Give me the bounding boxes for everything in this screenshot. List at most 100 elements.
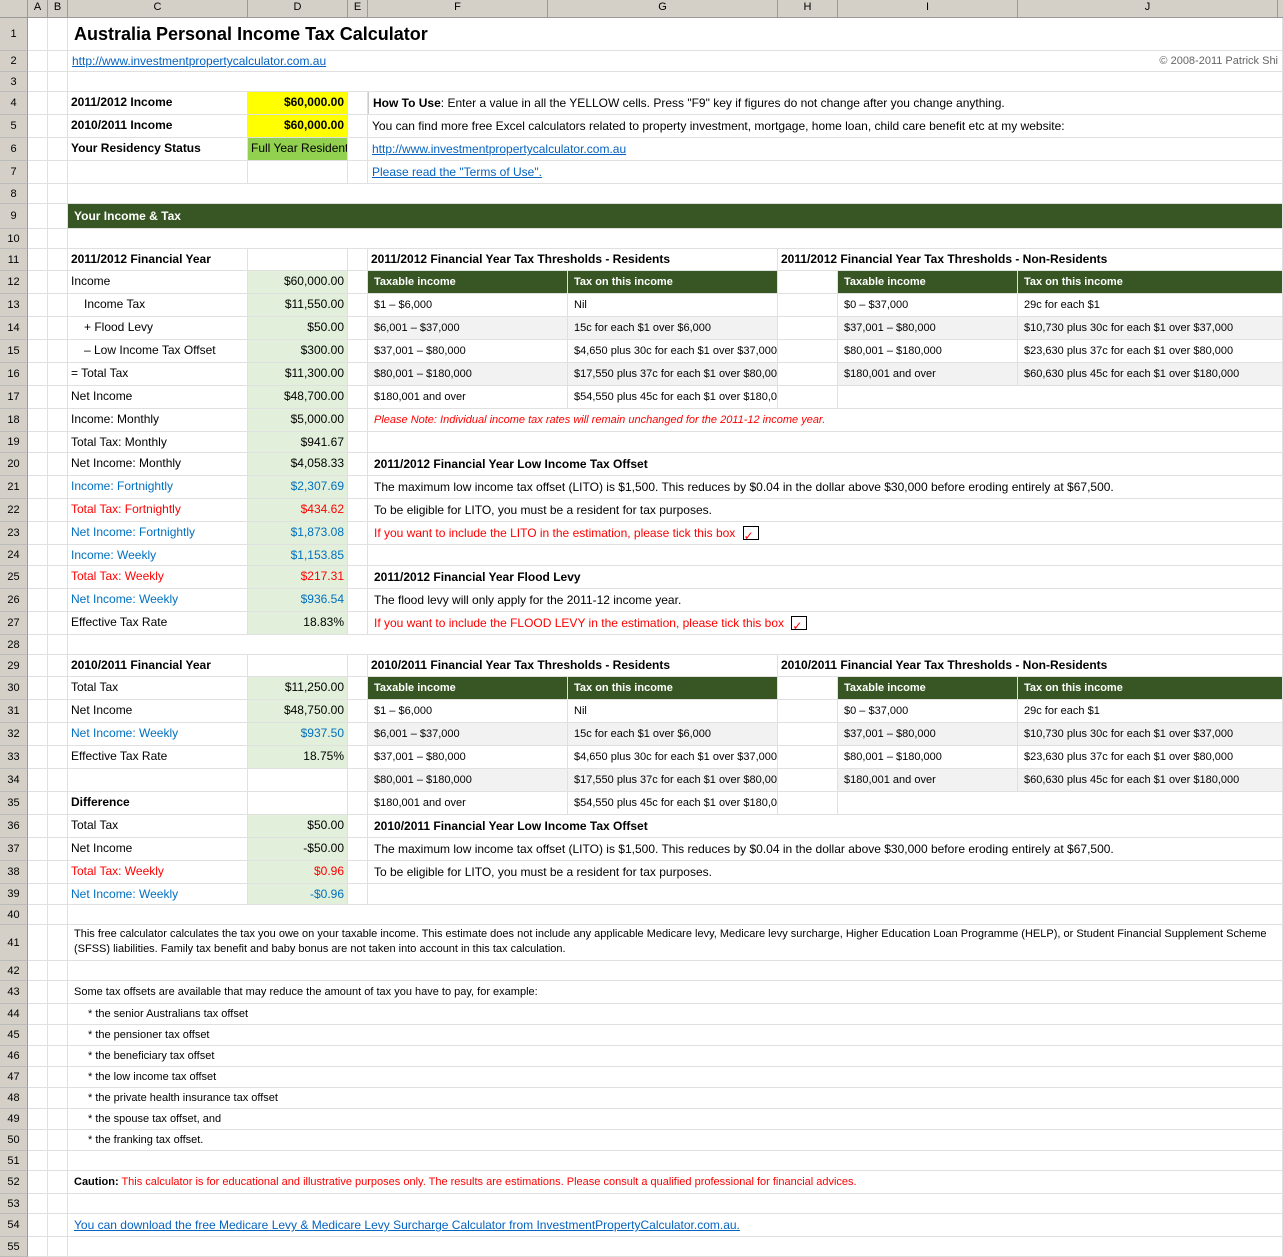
flood-levy-2011-line1: The flood levy will only apply for the 2… <box>368 589 1283 611</box>
lito-2011-checkbox-label: If you want to include the LITO in the e… <box>374 526 735 540</box>
row-9: Your Income & Tax <box>28 204 1283 229</box>
thresh-2010-nonres-r2-tax: $10,730 plus 30c for each $1 over $37,00… <box>1018 723 1283 745</box>
caution-text: This calculator is for educational and i… <box>119 1176 857 1188</box>
col-header-f: F <box>368 0 548 17</box>
lito-2011-checkbox[interactable]: ✓ <box>743 526 759 540</box>
row-51 <box>28 1194 1283 1214</box>
income-2010-value[interactable]: $60,000.00 <box>248 115 348 137</box>
row-5: 2010/2011 Income $60,000.00 You can find… <box>28 115 1283 138</box>
total-tax-2011-value: $11,300.00 <box>248 363 348 385</box>
row-45: * the pensioner tax offset <box>28 1025 1283 1046</box>
row-22: Total Tax: Fortnightly $434.62 To be eli… <box>28 499 1283 522</box>
thresh-2010-res-col1: Taxable income <box>368 677 568 699</box>
thresh-nonres-col2-header: Tax on this income <box>1018 271 1283 293</box>
income-weekly-value: $1,153.85 <box>248 545 348 565</box>
cell-2a <box>28 51 48 71</box>
spreadsheet-title: Australia Personal Income Tax Calculator <box>68 18 1283 50</box>
website-link-row2[interactable]: http://www.investmentpropertycalculator.… <box>72 54 326 68</box>
row-1: Australia Personal Income Tax Calculator <box>28 18 1283 51</box>
offset-6: * the spouse tax offset, and <box>68 1109 1283 1129</box>
row-46: * the beneficiary tax offset <box>28 1046 1283 1067</box>
col-header-c: C <box>68 0 248 17</box>
row-11: 2011/2012 Financial Year 2011/2012 Finan… <box>28 249 1283 271</box>
row-39: Net Income: Weekly -$0.96 <box>28 884 1283 905</box>
row-34: $80,001 – $180,000 $17,550 plus 37c for … <box>28 769 1283 792</box>
col-header-h: H <box>778 0 838 17</box>
thresh-2010-nonres-col2: Tax on this income <box>1018 677 1283 699</box>
download-link-row: You can download the free Medicare Levy … <box>68 1214 1283 1236</box>
net-income-weekly-diff-value: -$0.96 <box>248 884 348 904</box>
thresh-res-r5-tax: $54,550 plus 45c for each $1 over $180,0… <box>568 386 778 408</box>
income-tax-label: Income Tax <box>68 294 248 316</box>
thresh-res-col2-header: Tax on this income <box>568 271 778 293</box>
thresh-2010-nonres-r1-inc: $0 – $37,000 <box>838 700 1018 722</box>
income-weekly-label: Income: Weekly <box>68 545 248 565</box>
row-29: 2010/2011 Financial Year 2010/2011 Finan… <box>28 655 1283 677</box>
offset-1: * the senior Australians tax offset <box>68 1004 1283 1024</box>
terms-link[interactable]: Please read the "Terms of Use". <box>372 165 542 179</box>
lito-2010-line1: The maximum low income tax offset (LITO)… <box>368 838 1283 860</box>
row-36: Total Tax $50.00 2010/2011 Financial Yea… <box>28 815 1283 838</box>
thresh-nonres-r2-income: $37,001 – $80,000 <box>838 317 1018 339</box>
row-42 <box>28 961 1283 981</box>
download-link[interactable]: You can download the free Medicare Levy … <box>74 1218 740 1232</box>
flood-levy-checkbox[interactable]: ✓ <box>791 616 807 630</box>
row-53 <box>28 1237 1283 1257</box>
total-tax-fortnightly-label: Total Tax: Fortnightly <box>68 499 248 521</box>
row-numbers: 1234567891011121314151617181920212223242… <box>0 18 28 1257</box>
total-tax-weekly-diff-label: Total Tax: Weekly <box>68 861 248 883</box>
row-6: Your Residency Status Full Year Resident… <box>28 138 1283 161</box>
terms-of-use-link: Please read the "Terms of Use". <box>368 161 1283 183</box>
row-30: Total Tax $11,250.00 Taxable income Tax … <box>28 677 1283 700</box>
row-12: Income $60,000.00 Taxable income Tax on … <box>28 271 1283 294</box>
website-link-howto[interactable]: http://www.investmentpropertycalculator.… <box>372 142 626 156</box>
residency-value[interactable]: Full Year Resident <box>248 138 348 160</box>
row-28 <box>28 635 1283 655</box>
thresh-2010-nonres-r1-tax: 29c for each $1 <box>1018 700 1283 722</box>
row-24: Income: Weekly $1,153.85 <box>28 545 1283 566</box>
how-to-use-website-link: http://www.investmentpropertycalculator.… <box>368 138 1283 160</box>
column-headers: A B C D E F G H I J K <box>0 0 1283 18</box>
net-income-weekly-2011-value: $936.54 <box>248 589 348 611</box>
lito-label: – Low Income Tax Offset <box>68 340 248 362</box>
thresh-2010-res-r1-inc: $1 – $6,000 <box>368 700 568 722</box>
total-tax-diff-value: $50.00 <box>248 815 348 837</box>
thresh-res-r3-income: $37,001 – $80,000 <box>368 340 568 362</box>
net-income-weekly-2010-label: Net Income: Weekly <box>68 723 248 745</box>
lito-2011-line1: The maximum low income tax offset (LITO)… <box>368 476 1283 498</box>
total-tax-monthly-label: Total Tax: Monthly <box>68 432 248 452</box>
thresh-2010-res-r2-tax: 15c for each $1 over $6,000 <box>568 723 778 745</box>
cell-2b <box>48 51 68 71</box>
net-income-weekly-diff-label: Net Income: Weekly <box>68 884 248 904</box>
cell-2c-to-j: http://www.investmentpropertycalculator.… <box>68 51 1283 71</box>
income-2011-value[interactable]: $60,000.00 <box>248 92 348 114</box>
thresh-res-r3-tax: $4,650 plus 30c for each $1 over $37,000 <box>568 340 778 362</box>
thresh-nonres-col1-header: Taxable income <box>838 271 1018 293</box>
income-value-r12: $60,000.00 <box>248 271 348 293</box>
thresh-nonres-r3-income: $80,001 – $180,000 <box>838 340 1018 362</box>
thresholds-2010-nonresidents-header: 2010/2011 Financial Year Tax Thresholds … <box>778 655 1283 676</box>
row-44: * the senior Australians tax offset <box>28 1004 1283 1025</box>
income-2010-label: 2010/2011 Income <box>68 115 248 137</box>
effective-tax-rate-2011-label: Effective Tax Rate <box>68 612 248 634</box>
copyright-text: © 2008-2011 Patrick Shi <box>1159 52 1278 70</box>
lito-2011-header: 2011/2012 Financial Year Low Income Tax … <box>368 453 1283 475</box>
sheet-content: Australia Personal Income Tax Calculator… <box>28 18 1283 1257</box>
total-tax-2011-label: = Total Tax <box>68 363 248 385</box>
effective-tax-rate-2010-label: Effective Tax Rate <box>68 746 248 768</box>
how-to-use-line2: You can find more free Excel calculators… <box>368 115 1283 137</box>
disclaimer-para1: This free calculator calculates the tax … <box>68 925 1283 960</box>
thresh-res-col1-header: Taxable income <box>368 271 568 293</box>
thresh-2010-res-r2-inc: $6,001 – $37,000 <box>368 723 568 745</box>
thresh-nonres-r1-tax: 29c for each $1 <box>1018 294 1283 316</box>
row-26: Net Income: Weekly $936.54 The flood lev… <box>28 589 1283 612</box>
net-income-monthly-label: Net Income: Monthly <box>68 453 248 475</box>
row-37: Net Income -$50.00 The maximum low incom… <box>28 838 1283 861</box>
offset-5: * the private health insurance tax offse… <box>68 1088 1283 1108</box>
row-19: Total Tax: Monthly $941.67 <box>28 432 1283 453</box>
net-income-weekly-2011-label: Net Income: Weekly <box>68 589 248 611</box>
row-21: Income: Fortnightly $2,307.69 The maximu… <box>28 476 1283 499</box>
thresh-2010-res-r4-tax: $17,550 plus 37c for each $1 over $80,00… <box>568 769 778 791</box>
net-income-diff-label: Net Income <box>68 838 248 860</box>
residency-label: Your Residency Status <box>68 138 248 160</box>
